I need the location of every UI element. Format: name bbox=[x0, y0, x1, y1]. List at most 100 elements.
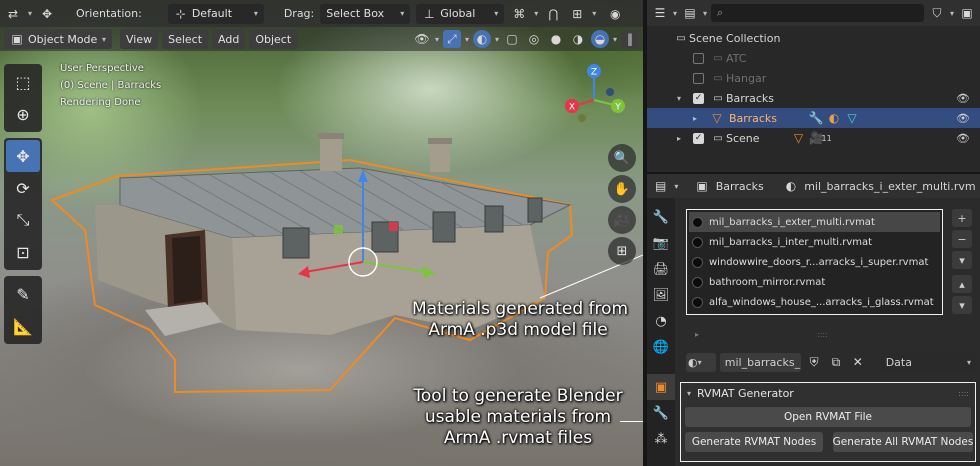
orientation-dropdown[interactable]: ⊹ Default ▾ bbox=[167, 3, 264, 24]
link-dropdown[interactable]: Data ▾ bbox=[880, 352, 976, 372]
list-item[interactable]: mil_barracks_i_inter_multi.rvmat bbox=[689, 232, 940, 252]
fake-user-shield-icon[interactable]: ⛨ bbox=[805, 353, 823, 371]
move-tool-button[interactable]: ✥ bbox=[6, 140, 40, 172]
snap-increment-icon[interactable]: ⊞ bbox=[568, 5, 586, 23]
overlays-icon[interactable]: ◐ bbox=[472, 30, 491, 48]
open-rvmat-button[interactable]: Open RVMAT File bbox=[685, 407, 971, 427]
panel-collapse-icon[interactable]: ▾ bbox=[687, 389, 691, 398]
new-collection-icon[interactable]: ▣ bbox=[958, 4, 976, 22]
material-preview-icon[interactable]: ◑ bbox=[569, 30, 587, 48]
callout-materials: Materials generated from ArmA .p3d model… bbox=[412, 299, 629, 340]
3d-viewport[interactable]: ⇄ ▾ ✥ Orientation: ⊹ Default ▾ Drag: Sele… bbox=[0, 0, 643, 466]
select-menu[interactable]: Select bbox=[162, 29, 209, 49]
wireframe-shading-icon[interactable]: ◎ bbox=[525, 30, 543, 48]
duplicate-material-icon[interactable]: ⧉ bbox=[827, 353, 845, 371]
annotate-tool-icon[interactable]: ✎ bbox=[6, 278, 40, 310]
output-settings-icon[interactable]: 🖨 bbox=[647, 256, 675, 282]
pan-hand-icon[interactable]: ✋ bbox=[608, 175, 636, 203]
camera-view-icon[interactable]: 🎥 bbox=[608, 206, 636, 234]
material-slot-list[interactable]: mil_barracks_i_exter_multi.rvmat mil_bar… bbox=[686, 209, 943, 315]
perspective-toggle-icon[interactable]: ⊞ bbox=[608, 237, 636, 265]
object-properties-icon[interactable]: ▣ bbox=[647, 374, 675, 400]
add-slot-icon[interactable]: + bbox=[952, 209, 972, 227]
mode-dropdown[interactable]: ▣ Object Mode ▾ bbox=[4, 29, 112, 49]
tree-item-hangar[interactable]: ▭ Hangar bbox=[647, 68, 980, 88]
remove-slot-icon[interactable]: − bbox=[952, 230, 972, 248]
navigation-gizmo[interactable]: Z X Y bbox=[560, 62, 632, 134]
list-resize-grip[interactable]: :::: bbox=[817, 330, 828, 339]
exclude-checkbox[interactable] bbox=[693, 72, 704, 84]
xray-icon[interactable]: ▢ bbox=[503, 30, 521, 48]
eye-icon[interactable]: 👁 bbox=[956, 112, 970, 125]
zoom-icon[interactable]: 🔍 bbox=[608, 144, 636, 172]
modifier-properties-icon[interactable]: 🔧 bbox=[647, 400, 675, 426]
tree-item-scene-collection-child[interactable]: ▸ ✓ ▭ Scene ▽ 🎥 11 👁 bbox=[647, 128, 980, 148]
tree-item-atc[interactable]: ▭ ATC bbox=[647, 48, 980, 68]
scale-tool-icon[interactable]: ⤡ bbox=[6, 204, 40, 236]
rotate-tool-icon[interactable]: ⟳ bbox=[6, 172, 40, 204]
browse-material-button[interactable]: ◐ ▾ bbox=[686, 352, 716, 372]
exclude-checkbox[interactable] bbox=[693, 52, 704, 64]
list-item[interactable]: bathroom_mirror.rvmat bbox=[689, 272, 940, 292]
solid-shading-icon[interactable]: ● bbox=[547, 30, 565, 48]
generate-rvmat-nodes-button[interactable]: Generate RVMAT Nodes bbox=[685, 432, 823, 452]
gizmo-toggle-icon[interactable]: ⤢ bbox=[442, 30, 461, 48]
proportional-editing-icon[interactable]: ◉ bbox=[606, 5, 624, 23]
tree-item-barracks-collection[interactable]: ▾ ✓ ▭ Barracks 👁 bbox=[647, 88, 980, 108]
list-item[interactable]: alfa_windows_house_...arracks_i_glass.rv… bbox=[689, 292, 940, 312]
tool-settings-icon[interactable]: 🔧 bbox=[647, 204, 675, 230]
list-item[interactable]: windowwire_doors_r...arracks_i_super.rvm… bbox=[689, 252, 940, 272]
collection-icon: ▭ bbox=[713, 52, 723, 64]
slot-specials-icon[interactable]: ▾ bbox=[952, 251, 972, 269]
rendered-shading-icon[interactable]: ◒ bbox=[590, 30, 609, 48]
list-item[interactable]: mil_barracks_i_exter_multi.rvmat bbox=[689, 212, 940, 232]
tree-item-barracks-object[interactable]: ▸ ▽ Barracks 🔧 ◐ ▽ 👁 bbox=[647, 108, 980, 128]
viewport-tool-header: ⇄ ▾ ✥ Orientation: ⊹ Default ▾ Drag: Sele… bbox=[0, 0, 643, 27]
scene-settings-icon[interactable]: ◔ bbox=[647, 308, 675, 334]
select-box-tool-icon[interactable]: ⬚ bbox=[6, 66, 40, 98]
unlink-icon[interactable]: ✕ bbox=[849, 353, 867, 371]
object-menu[interactable]: Object bbox=[249, 29, 298, 49]
chevron-down-icon: ▾ bbox=[101, 34, 106, 44]
transform-pivot-icon[interactable]: ⇄ bbox=[4, 5, 22, 23]
particles-icon[interactable]: ⁂ bbox=[647, 426, 675, 452]
transform-orientation-dropdown[interactable]: ⊥ Global ▾ bbox=[416, 3, 505, 24]
orientation-label: Orientation: bbox=[76, 7, 142, 20]
render-settings-icon[interactable]: 📷 bbox=[647, 230, 675, 256]
axis-x-label: X bbox=[569, 103, 575, 113]
add-menu[interactable]: Add bbox=[212, 29, 246, 49]
disclosure-collapsed-icon[interactable]: ▸ bbox=[677, 134, 693, 143]
panel-drag-grip[interactable]: :::: bbox=[958, 389, 969, 398]
move-down-icon[interactable]: ▾ bbox=[952, 296, 972, 314]
world-settings-icon[interactable]: 🌐 bbox=[647, 334, 675, 360]
exclude-checkbox[interactable]: ✓ bbox=[693, 92, 704, 104]
filter-view-icon[interactable]: ▤ bbox=[681, 4, 699, 22]
disclosure-expanded-icon[interactable]: ▾ bbox=[677, 94, 693, 103]
editor-type-icon[interactable]: ▤ bbox=[655, 177, 666, 195]
tree-item-scene-collection[interactable]: ▭ Scene Collection bbox=[647, 28, 980, 48]
visibility-icon[interactable]: 👁 bbox=[413, 30, 431, 48]
exclude-checkbox[interactable]: ✓ bbox=[693, 132, 704, 144]
move-tool-icon[interactable]: ✥ bbox=[38, 5, 56, 23]
measure-tool-icon[interactable]: 📐 bbox=[6, 310, 40, 342]
move-up-icon[interactable]: ▴ bbox=[952, 275, 972, 293]
children-count-badge: 11 bbox=[821, 133, 832, 143]
view-menu[interactable]: View bbox=[120, 29, 159, 49]
generate-all-rvmat-nodes-button[interactable]: Generate All RVMAT Nodes bbox=[833, 432, 973, 452]
transform-tool-icon[interactable]: ⊡ bbox=[6, 236, 40, 268]
pivot-point-icon[interactable]: ⌘ bbox=[510, 5, 528, 23]
view-layer-icon[interactable]: 🖼 bbox=[647, 282, 675, 308]
pause-render-icon[interactable]: ‖ bbox=[621, 30, 639, 48]
filter-icon[interactable]: ⛉ bbox=[928, 4, 946, 22]
eye-icon[interactable]: 👁 bbox=[956, 132, 970, 145]
eye-icon[interactable]: 👁 bbox=[956, 92, 970, 105]
outliner-search-input[interactable]: ⌕ bbox=[711, 4, 924, 22]
panel-header[interactable]: ▾ RVMAT Generator :::: bbox=[681, 383, 975, 403]
display-mode-icon[interactable]: ☰ bbox=[651, 4, 669, 22]
list-expand-icon[interactable]: ▸ bbox=[695, 330, 699, 339]
cursor-tool-icon[interactable]: ⊕ bbox=[6, 98, 40, 130]
material-name-field[interactable]: mil_barracks_i... bbox=[719, 352, 802, 372]
disclosure-collapsed-icon[interactable]: ▸ bbox=[693, 114, 709, 123]
drag-dropdown[interactable]: Select Box ▾ bbox=[320, 3, 411, 24]
snap-icon[interactable]: ⋂ bbox=[544, 5, 562, 23]
